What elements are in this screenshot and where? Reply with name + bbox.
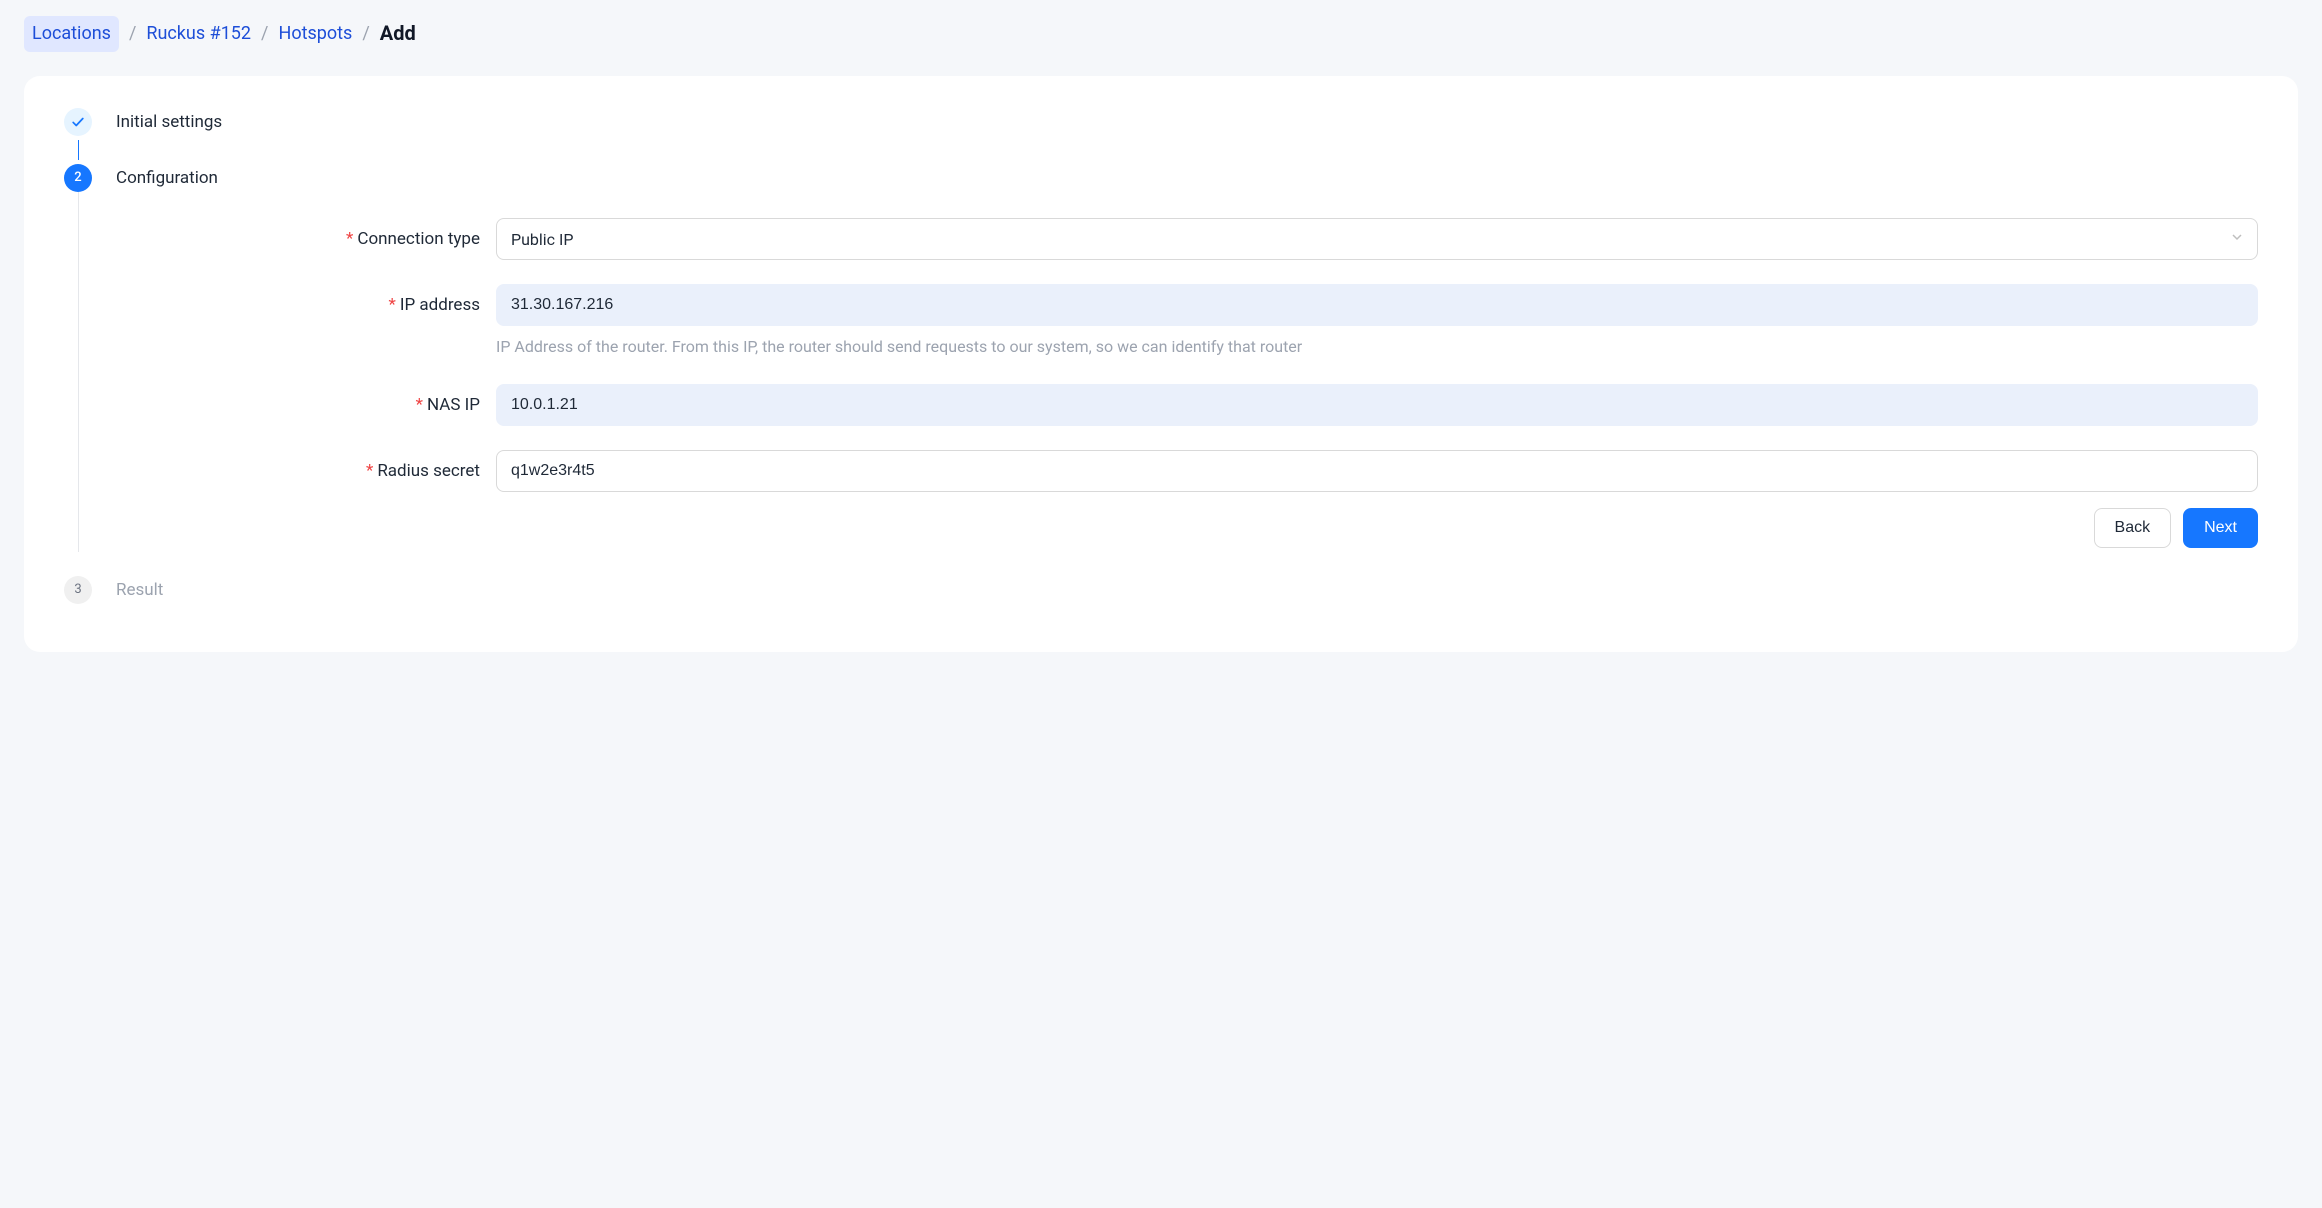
breadcrumb-current: Add [380,18,416,49]
required-marker: * [416,395,423,415]
connection-type-value: Public IP [511,227,573,252]
breadcrumb-locations[interactable]: Locations [24,16,119,52]
label-radius-secret: *Radius secret [116,450,496,485]
breadcrumb-separator: / [261,20,268,48]
field-radius-secret: *Radius secret [116,450,2258,492]
required-marker: * [366,461,373,481]
chevron-down-icon [2231,230,2243,249]
ip-address-help: IP Address of the router. From this IP, … [496,334,2258,360]
step-connector [78,140,79,160]
step-title-result: Result [116,578,2258,602]
label-connection-type: *Connection type [116,218,496,253]
configuration-form: *Connection type Public IP [116,218,2258,548]
radius-secret-input[interactable] [496,450,2258,492]
step-title-configuration: Configuration [116,166,2258,190]
field-ip-address: *IP address IP Address of the router. Fr… [116,284,2258,360]
ip-address-input[interactable] [496,284,2258,326]
connection-type-select[interactable]: Public IP [496,218,2258,260]
breadcrumb-ruckus[interactable]: Ruckus #152 [146,20,251,48]
required-marker: * [389,295,396,315]
step-configuration: 2 Configuration *Connection type Public … [64,164,2258,568]
form-card: Initial settings 2 Configuration *Connec… [24,76,2298,652]
step-number-icon: 3 [64,576,92,604]
step-number-icon: 2 [64,164,92,192]
breadcrumb-separator: / [129,20,136,48]
nas-ip-input[interactable] [496,384,2258,426]
breadcrumb-hotspots[interactable]: Hotspots [278,20,352,48]
label-ip-address: *IP address [116,284,496,319]
form-actions: Back Next [116,508,2258,548]
step-result: 3 Result [64,576,2258,604]
breadcrumb: Locations / Ruckus #152 / Hotspots / Add [24,16,2298,52]
step-connector [78,192,79,552]
breadcrumb-separator: / [362,20,369,48]
required-marker: * [346,229,353,249]
back-button[interactable]: Back [2094,508,2172,548]
step-title-initial: Initial settings [116,110,2258,134]
field-connection-type: *Connection type Public IP [116,218,2258,260]
field-nas-ip: *NAS IP [116,384,2258,426]
check-icon [64,108,92,136]
label-nas-ip: *NAS IP [116,384,496,419]
step-initial-settings[interactable]: Initial settings [64,108,2258,164]
next-button[interactable]: Next [2183,508,2258,548]
